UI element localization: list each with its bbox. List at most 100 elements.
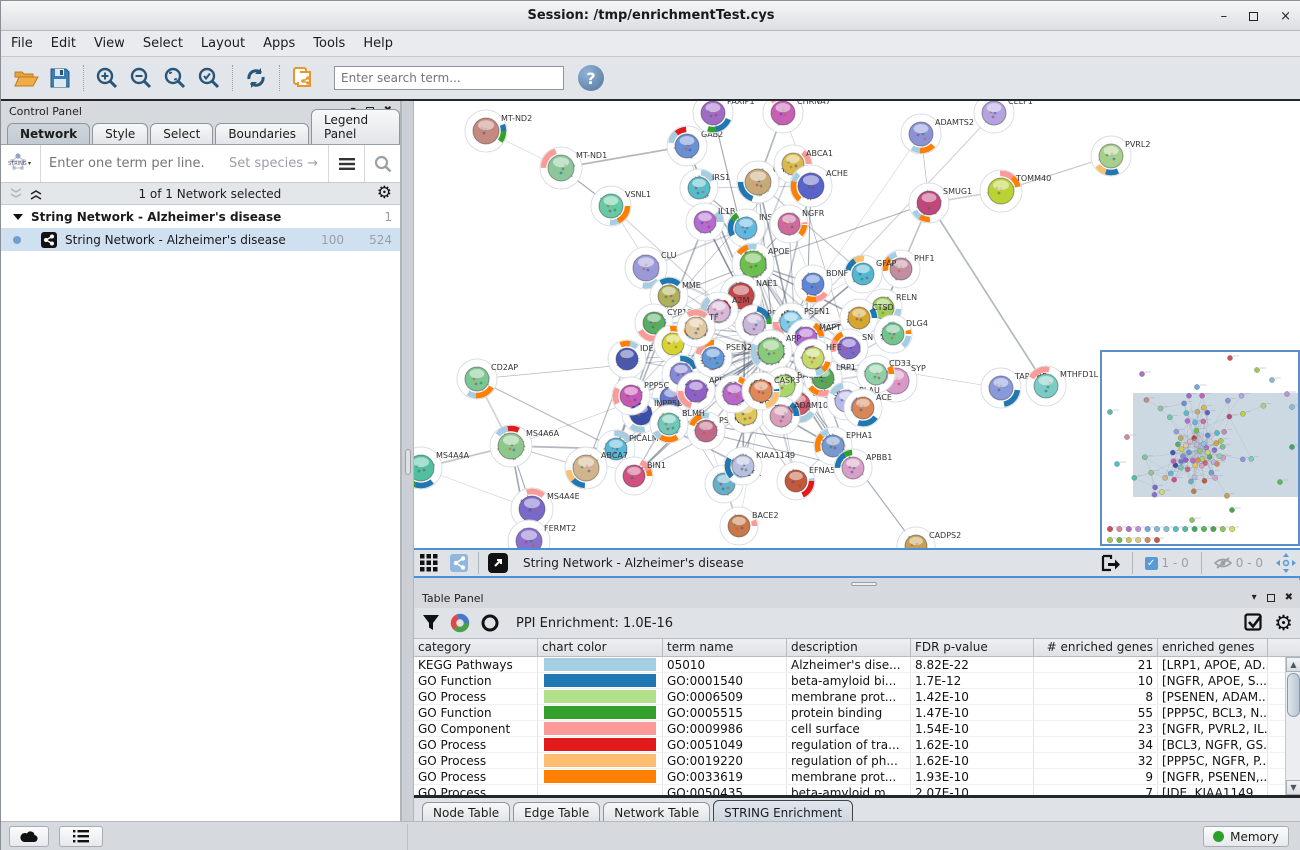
network-node[interactable]: VSNL1 bbox=[591, 186, 651, 226]
menu-item-edit[interactable]: Edit bbox=[51, 36, 76, 51]
save-session-button[interactable] bbox=[43, 62, 77, 94]
menu-item-tools[interactable]: Tools bbox=[313, 36, 345, 51]
network-node[interactable]: INS bbox=[727, 209, 772, 247]
panel-menu-icon[interactable]: ▾ bbox=[1252, 593, 1257, 603]
table-row[interactable]: GO ComponentGO:0009986cell surface1.54E-… bbox=[414, 721, 1300, 737]
menu-item-select[interactable]: Select bbox=[143, 36, 183, 51]
table-scrollbar[interactable]: ▲ ▼ bbox=[1285, 657, 1300, 795]
zoom-selected-button[interactable] bbox=[192, 62, 226, 94]
table-row[interactable]: GO ProcessGO:0006509membrane prot...1.42… bbox=[414, 689, 1300, 705]
hidden-count-badge[interactable]: 0 - 0 bbox=[1206, 556, 1271, 570]
network-node[interactable]: MT-ND2 bbox=[465, 110, 532, 152]
string-source-selector[interactable]: STRING bbox=[1, 145, 41, 182]
navigate-button[interactable] bbox=[1271, 550, 1300, 576]
scrollbar-thumb[interactable] bbox=[1287, 673, 1300, 717]
select-rows-icon[interactable] bbox=[1244, 613, 1264, 633]
refresh-button[interactable] bbox=[239, 62, 273, 94]
splitter-handle[interactable] bbox=[851, 582, 877, 586]
network-node[interactable]: CD2AP bbox=[457, 359, 518, 399]
vertical-splitter[interactable] bbox=[401, 101, 414, 823]
import-network-button[interactable] bbox=[286, 62, 320, 94]
string-search-button[interactable] bbox=[364, 145, 400, 182]
network-options-gear-icon[interactable]: ⚙ bbox=[377, 185, 392, 202]
column-header-enriched-genes[interactable]: enriched genes bbox=[1158, 639, 1268, 656]
zoom-in-button[interactable] bbox=[90, 62, 124, 94]
network-node[interactable]: NGFR bbox=[770, 205, 825, 243]
network-node[interactable]: BDNF bbox=[794, 265, 849, 303]
automation-button[interactable] bbox=[9, 826, 49, 847]
scroll-down-icon[interactable]: ▼ bbox=[1286, 780, 1300, 795]
filter-icon[interactable] bbox=[422, 614, 440, 632]
table-row[interactable]: GO FunctionGO:0005515protein binding1.47… bbox=[414, 705, 1300, 721]
grid-view-button[interactable] bbox=[414, 550, 444, 576]
task-history-button[interactable] bbox=[59, 826, 103, 847]
close-panel-button[interactable]: ✖ bbox=[1285, 593, 1293, 603]
float-panel-button[interactable] bbox=[1267, 594, 1275, 602]
menu-item-apps[interactable]: Apps bbox=[263, 36, 295, 51]
help-button[interactable]: ? bbox=[578, 65, 604, 91]
network-row[interactable]: String Network - Alzheimer's disease 100… bbox=[1, 228, 400, 251]
horizontal-splitter[interactable] bbox=[414, 580, 1300, 588]
tab-boundaries[interactable]: Boundaries bbox=[215, 123, 309, 144]
tab-legend-panel[interactable]: Legend Panel bbox=[311, 109, 400, 144]
network-node[interactable]: CHRNA7 bbox=[763, 101, 831, 133]
tab-select[interactable]: Select bbox=[150, 123, 213, 144]
table-row[interactable]: GO FunctionGO:0001540beta-amyloid bi...1… bbox=[414, 673, 1300, 689]
memory-button[interactable]: Memory bbox=[1203, 826, 1289, 847]
network-overview-button[interactable] bbox=[444, 550, 474, 576]
column-header-description[interactable]: description bbox=[787, 639, 911, 656]
collapse-all-icon[interactable] bbox=[9, 188, 23, 200]
table-row[interactable]: GO ProcessGO:0050435beta-amyloid m...2.0… bbox=[414, 785, 1300, 795]
tab-network[interactable]: Network bbox=[7, 123, 90, 144]
table-row[interactable]: KEGG Pathways05010Alzheimer's dise...8.8… bbox=[414, 657, 1300, 673]
network-node[interactable]: BACE2 bbox=[720, 507, 779, 545]
network-node[interactable]: ADAMTS2 bbox=[901, 114, 974, 154]
enrichment-settings-gear-icon[interactable]: ⚙ bbox=[1274, 613, 1293, 634]
detach-view-button[interactable] bbox=[483, 550, 513, 576]
expand-all-icon[interactable] bbox=[29, 188, 43, 200]
search-input[interactable] bbox=[334, 66, 564, 90]
network-node[interactable]: FERMT2 bbox=[508, 520, 576, 548]
tab-style[interactable]: Style bbox=[92, 123, 148, 144]
network-node[interactable]: TOMM40 bbox=[980, 170, 1051, 212]
network-node[interactable]: SMUG1 bbox=[909, 183, 972, 223]
table-row[interactable]: GO ProcessGO:0033619membrane prot...1.93… bbox=[414, 769, 1300, 785]
string-query-input[interactable] bbox=[41, 156, 229, 171]
minimize-button[interactable]: – bbox=[1221, 10, 1228, 23]
menu-item-file[interactable]: File bbox=[11, 36, 33, 51]
scroll-up-icon[interactable]: ▲ bbox=[1286, 657, 1300, 672]
selected-count-badge[interactable]: ✓ 1 - 0 bbox=[1137, 556, 1197, 570]
network-node[interactable]: APBB1 bbox=[834, 449, 892, 487]
column-header-chart-color[interactable]: chart color bbox=[538, 639, 663, 656]
splitter-handle[interactable] bbox=[405, 449, 411, 475]
menu-item-layout[interactable]: Layout bbox=[201, 36, 245, 51]
network-collection-row[interactable]: String Network - Alzheimer's disease 1 bbox=[1, 205, 400, 228]
network-node[interactable]: EFNA5 bbox=[777, 462, 835, 500]
zoom-fit-button[interactable] bbox=[158, 62, 192, 94]
string-options-button[interactable] bbox=[328, 145, 364, 182]
table-row[interactable]: GO ProcessGO:0019220regulation of ph...1… bbox=[414, 753, 1300, 769]
zoom-out-button[interactable] bbox=[124, 62, 158, 94]
table-row[interactable]: GO ProcessGO:0051049regulation of tra...… bbox=[414, 737, 1300, 753]
menu-item-help[interactable]: Help bbox=[363, 36, 393, 51]
network-node[interactable]: MT-ND1 bbox=[540, 147, 607, 189]
set-species-label[interactable]: Set species → bbox=[229, 156, 328, 171]
network-node[interactable]: PVRL2 bbox=[1091, 136, 1150, 176]
network-node[interactable]: PHF1 bbox=[882, 250, 935, 288]
close-button[interactable]: × bbox=[1280, 10, 1291, 23]
maximize-button[interactable] bbox=[1249, 12, 1258, 21]
column-header--enriched-genes[interactable]: # enriched genes bbox=[1034, 639, 1158, 656]
column-header-term-name[interactable]: term name bbox=[663, 639, 787, 656]
open-session-button[interactable] bbox=[9, 62, 43, 94]
export-network-button[interactable] bbox=[1092, 550, 1128, 576]
network-node[interactable]: CELF1 bbox=[974, 101, 1033, 133]
network-node[interactable]: ACHE bbox=[790, 165, 848, 207]
column-header-category[interactable]: category bbox=[414, 639, 538, 656]
birds-eye-view[interactable] bbox=[1100, 350, 1300, 546]
network-node[interactable]: DLG4 bbox=[874, 315, 928, 353]
column-header-fdr-p-value[interactable]: FDR p-value bbox=[911, 639, 1034, 656]
collection-expand-icon[interactable] bbox=[13, 213, 23, 221]
ring-chart-icon[interactable] bbox=[480, 613, 500, 633]
network-canvas[interactable]: MT-ND2MT-ND1VSNL1GAB2PAXIP1CHRNA7ADAMTS2… bbox=[414, 101, 1300, 548]
network-node[interactable]: MTHFD1L bbox=[1026, 366, 1099, 406]
